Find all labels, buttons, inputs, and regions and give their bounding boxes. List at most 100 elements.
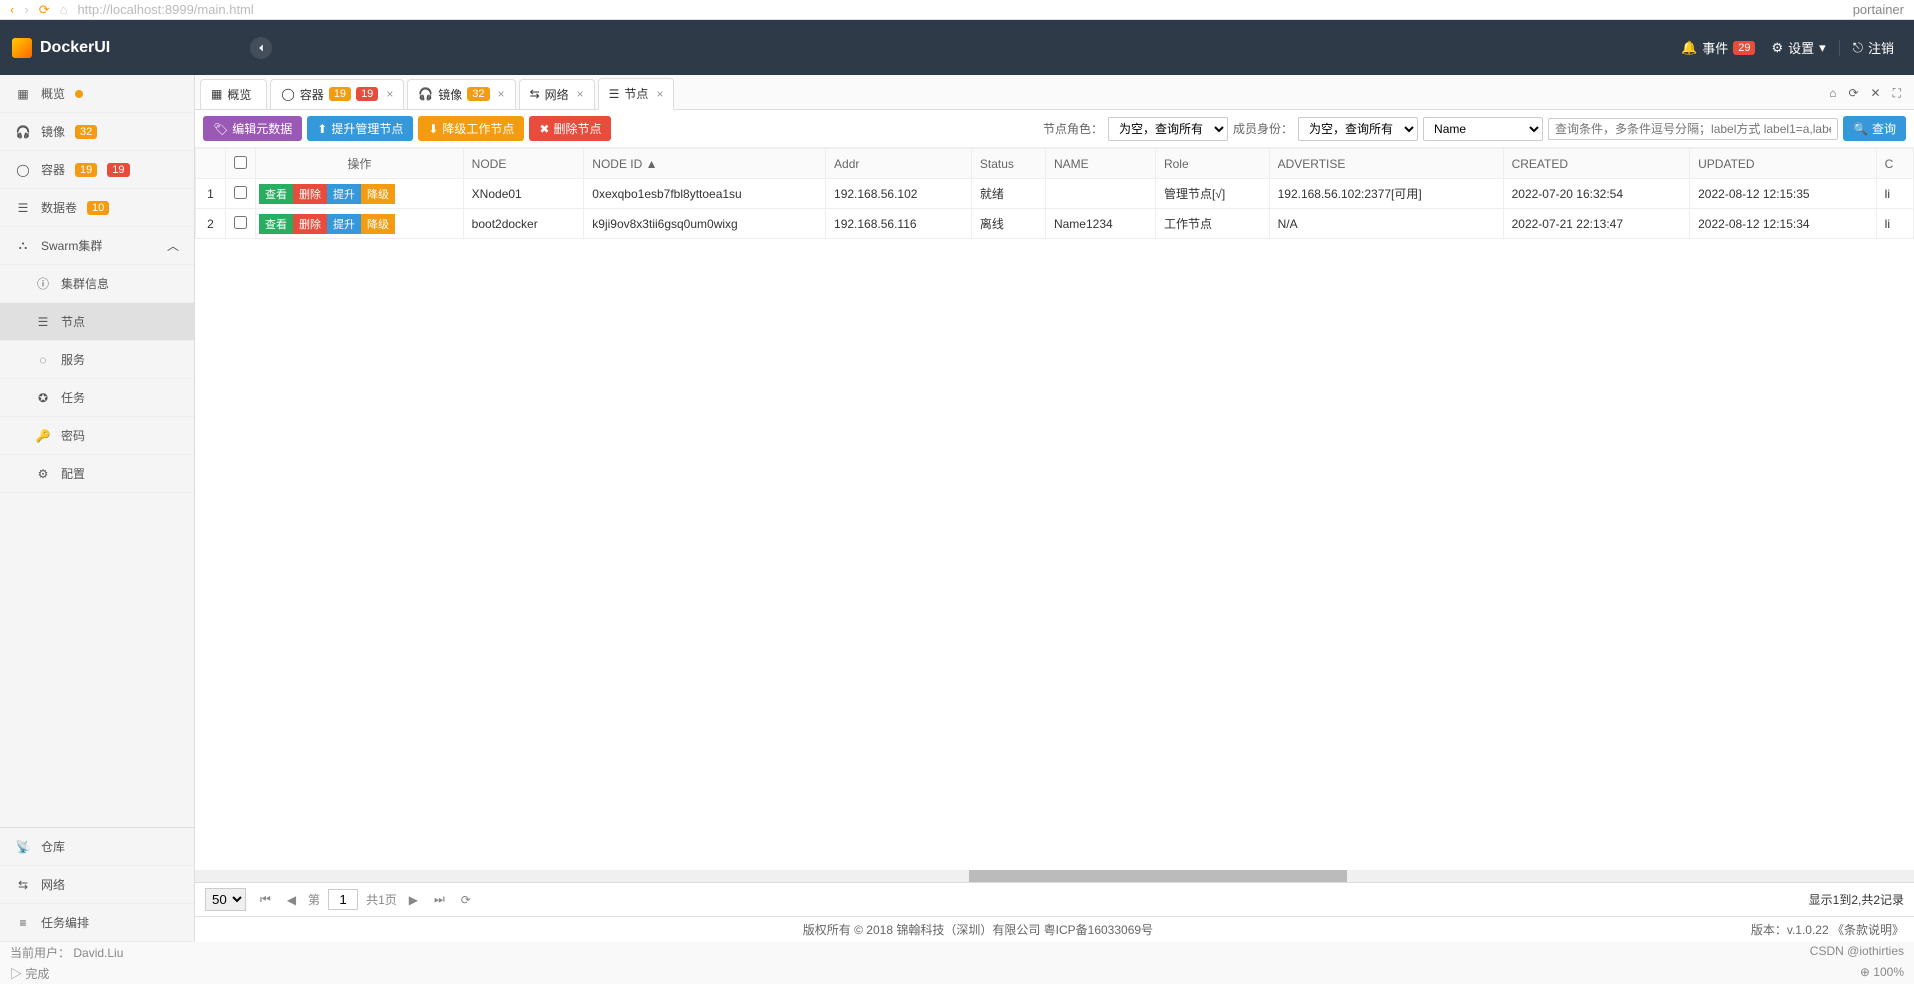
col-node-id[interactable]: NODE ID ▲ (584, 149, 826, 179)
scrollbar-thumb[interactable] (969, 870, 1347, 882)
col-actions[interactable]: 操作 (256, 149, 464, 179)
content-area: ▦ 概览 ◯ 容器 19 19 × 🎧 镜像 32 × ⇆ 网络 × (195, 75, 1914, 942)
sidebar-item-volumes[interactable]: ☰ 数据卷 10 (0, 189, 194, 227)
headphones-icon: 🎧 (15, 125, 31, 139)
row-action-提升[interactable]: 提升 (327, 184, 361, 204)
col-updated[interactable]: UPDATED (1690, 149, 1877, 179)
status-bar: 当前用户： David.Liu CSDN @iothirties (0, 942, 1914, 963)
reload-icon[interactable]: ⟳ (39, 2, 50, 18)
table-row[interactable]: 1 查看删除提升降级 XNode01 0xexqbo1esb7fbl8yttoe… (196, 179, 1914, 209)
sidebar-item-nodes[interactable]: ☰ 节点 (0, 303, 194, 341)
sitemap-icon: ⛬ (15, 238, 31, 253)
tab-network[interactable]: ⇆ 网络 × (519, 79, 595, 109)
sidebar-item-tasks[interactable]: ✪ 任务 (0, 379, 194, 417)
home-icon[interactable]: ⌂ (60, 2, 68, 17)
sidebar-item-images[interactable]: 🎧 镜像 32 (0, 113, 194, 151)
horizontal-scrollbar[interactable] (195, 870, 1914, 882)
sidebar-item-swarm[interactable]: ⛬ Swarm集群 ︿ (0, 227, 194, 265)
row-actions: 查看删除提升降级 (256, 209, 464, 239)
cell-role: 管理节点[√] (1155, 179, 1269, 209)
row-checkbox[interactable] (234, 186, 247, 199)
close-icon[interactable]: × (498, 87, 505, 101)
tab-nodes[interactable]: ☰ 节点 × (598, 78, 675, 110)
row-action-查看[interactable]: 查看 (259, 214, 293, 234)
role-filter-select[interactable]: 为空，查询所有 (1108, 117, 1228, 141)
row-action-查看[interactable]: 查看 (259, 184, 293, 204)
url-bar[interactable]: http://localhost:8999/main.html (77, 2, 1842, 17)
sidebar-item-overview[interactable]: ▦ 概览 (0, 75, 194, 113)
sidebar-item-registry[interactable]: 📡 仓库 (0, 828, 194, 866)
row-action-降级[interactable]: 降级 (361, 214, 395, 234)
delete-node-button[interactable]: ✖ 删除节点 (529, 116, 611, 141)
cell-status: 离线 (971, 209, 1045, 239)
row-actions: 查看删除提升降级 (256, 179, 464, 209)
home-icon[interactable]: ⌂ (1829, 86, 1836, 101)
settings-button[interactable]: ⚙ 设置 ▾ (1763, 38, 1833, 57)
col-addr[interactable]: Addr (826, 149, 972, 179)
cell-node-id: k9ji9ov8x3tii6gsq0um0wixg (584, 209, 826, 239)
events-button[interactable]: 🔔 事件 29 (1673, 38, 1763, 57)
current-user-label: 当前用户： (10, 946, 70, 960)
col-node[interactable]: NODE (463, 149, 584, 179)
row-number: 1 (196, 179, 226, 209)
gear-icon: ⚙ (1771, 40, 1783, 56)
first-page-button[interactable]: ⏮ (256, 890, 275, 909)
bookmark-text: portainer (1853, 2, 1904, 17)
nav-back-icon[interactable]: ‹ (10, 2, 14, 17)
row-action-删除[interactable]: 删除 (293, 214, 327, 234)
last-page-button[interactable]: ⏭ (430, 890, 449, 909)
fullscreen-icon[interactable]: ⛶ (1893, 86, 1901, 101)
gear-icon: ⚙ (35, 467, 51, 481)
sidebar-item-containers[interactable]: ◯ 容器 19 19 (0, 151, 194, 189)
sidebar-item-services[interactable]: ◌ 服务 (0, 341, 194, 379)
row-action-提升[interactable]: 提升 (327, 214, 361, 234)
sidebar-item-cluster-info[interactable]: ⓘ 集群信息 (0, 265, 194, 303)
logout-button[interactable]: ⎋ 注销 (1845, 38, 1902, 57)
col-created[interactable]: CREATED (1503, 149, 1690, 179)
name-filter-select[interactable]: Name (1423, 117, 1543, 141)
table-row[interactable]: 2 查看删除提升降级 boot2docker k9ji9ov8x3tii6gsq… (196, 209, 1914, 239)
promote-manager-button[interactable]: ⬆ 提升管理节点 (307, 116, 413, 141)
row-action-删除[interactable]: 删除 (293, 184, 327, 204)
close-icon[interactable]: × (656, 87, 663, 101)
col-role[interactable]: Role (1155, 149, 1269, 179)
close-all-icon[interactable]: ✕ (1871, 86, 1881, 101)
col-name[interactable]: NAME (1045, 149, 1155, 179)
toolbar: 🏷 编辑元数据 ⬆ 提升管理节点 ⬇ 降级工作节点 ✖ 删除节点 节点角色： 为… (195, 110, 1914, 148)
tab-overview[interactable]: ▦ 概览 (200, 79, 267, 109)
cell-name (1045, 179, 1155, 209)
sidebar-item-compose[interactable]: ≡ 任务编排 (0, 904, 194, 942)
sidebar-item-secrets[interactable]: 🔑 密码 (0, 417, 194, 455)
close-icon[interactable]: × (386, 87, 393, 101)
edit-metadata-button[interactable]: 🏷 编辑元数据 (203, 116, 302, 141)
member-filter-select[interactable]: 为空，查询所有 (1298, 117, 1418, 141)
version-info: 版本：v.1.0.22 《条款说明》 (1751, 921, 1904, 938)
nav-fwd-icon[interactable]: › (24, 2, 28, 17)
page-input[interactable] (328, 889, 358, 910)
header-back-button[interactable] (250, 37, 272, 59)
search-input[interactable] (1548, 118, 1838, 140)
info-icon: ⓘ (35, 275, 51, 292)
close-icon[interactable]: × (577, 87, 584, 101)
search-button[interactable]: 🔍 查询 (1843, 116, 1906, 141)
select-all-checkbox[interactable] (234, 156, 247, 169)
next-page-button[interactable]: ▶ (405, 891, 422, 909)
tab-containers[interactable]: ◯ 容器 19 19 × (270, 79, 404, 109)
row-checkbox[interactable] (234, 216, 247, 229)
col-advertise[interactable]: ADVERTISE (1269, 149, 1503, 179)
col-status[interactable]: Status (971, 149, 1045, 179)
tab-images[interactable]: 🎧 镜像 32 × (407, 79, 515, 109)
cell-addr: 192.168.56.102 (826, 179, 972, 209)
copyright: 版权所有 © 2018 锦翰科技（深圳）有限公司 粤ICP备16033069号 (803, 921, 1153, 938)
page-size-select[interactable]: 50 (205, 888, 246, 911)
row-action-降级[interactable]: 降级 (361, 184, 395, 204)
list-icon: ☰ (609, 87, 620, 101)
circle-icon: ◯ (15, 163, 31, 177)
demote-worker-button[interactable]: ⬇ 降级工作节点 (418, 116, 524, 141)
loader-icon: ◌ (35, 353, 51, 367)
prev-page-button[interactable]: ◀ (283, 891, 300, 909)
refresh-icon[interactable]: ⟳ (1848, 86, 1858, 101)
sidebar-item-config[interactable]: ⚙ 配置 (0, 455, 194, 493)
sidebar-item-network[interactable]: ⇆ 网络 (0, 866, 194, 904)
refresh-page-button[interactable]: ⟳ (457, 891, 475, 909)
